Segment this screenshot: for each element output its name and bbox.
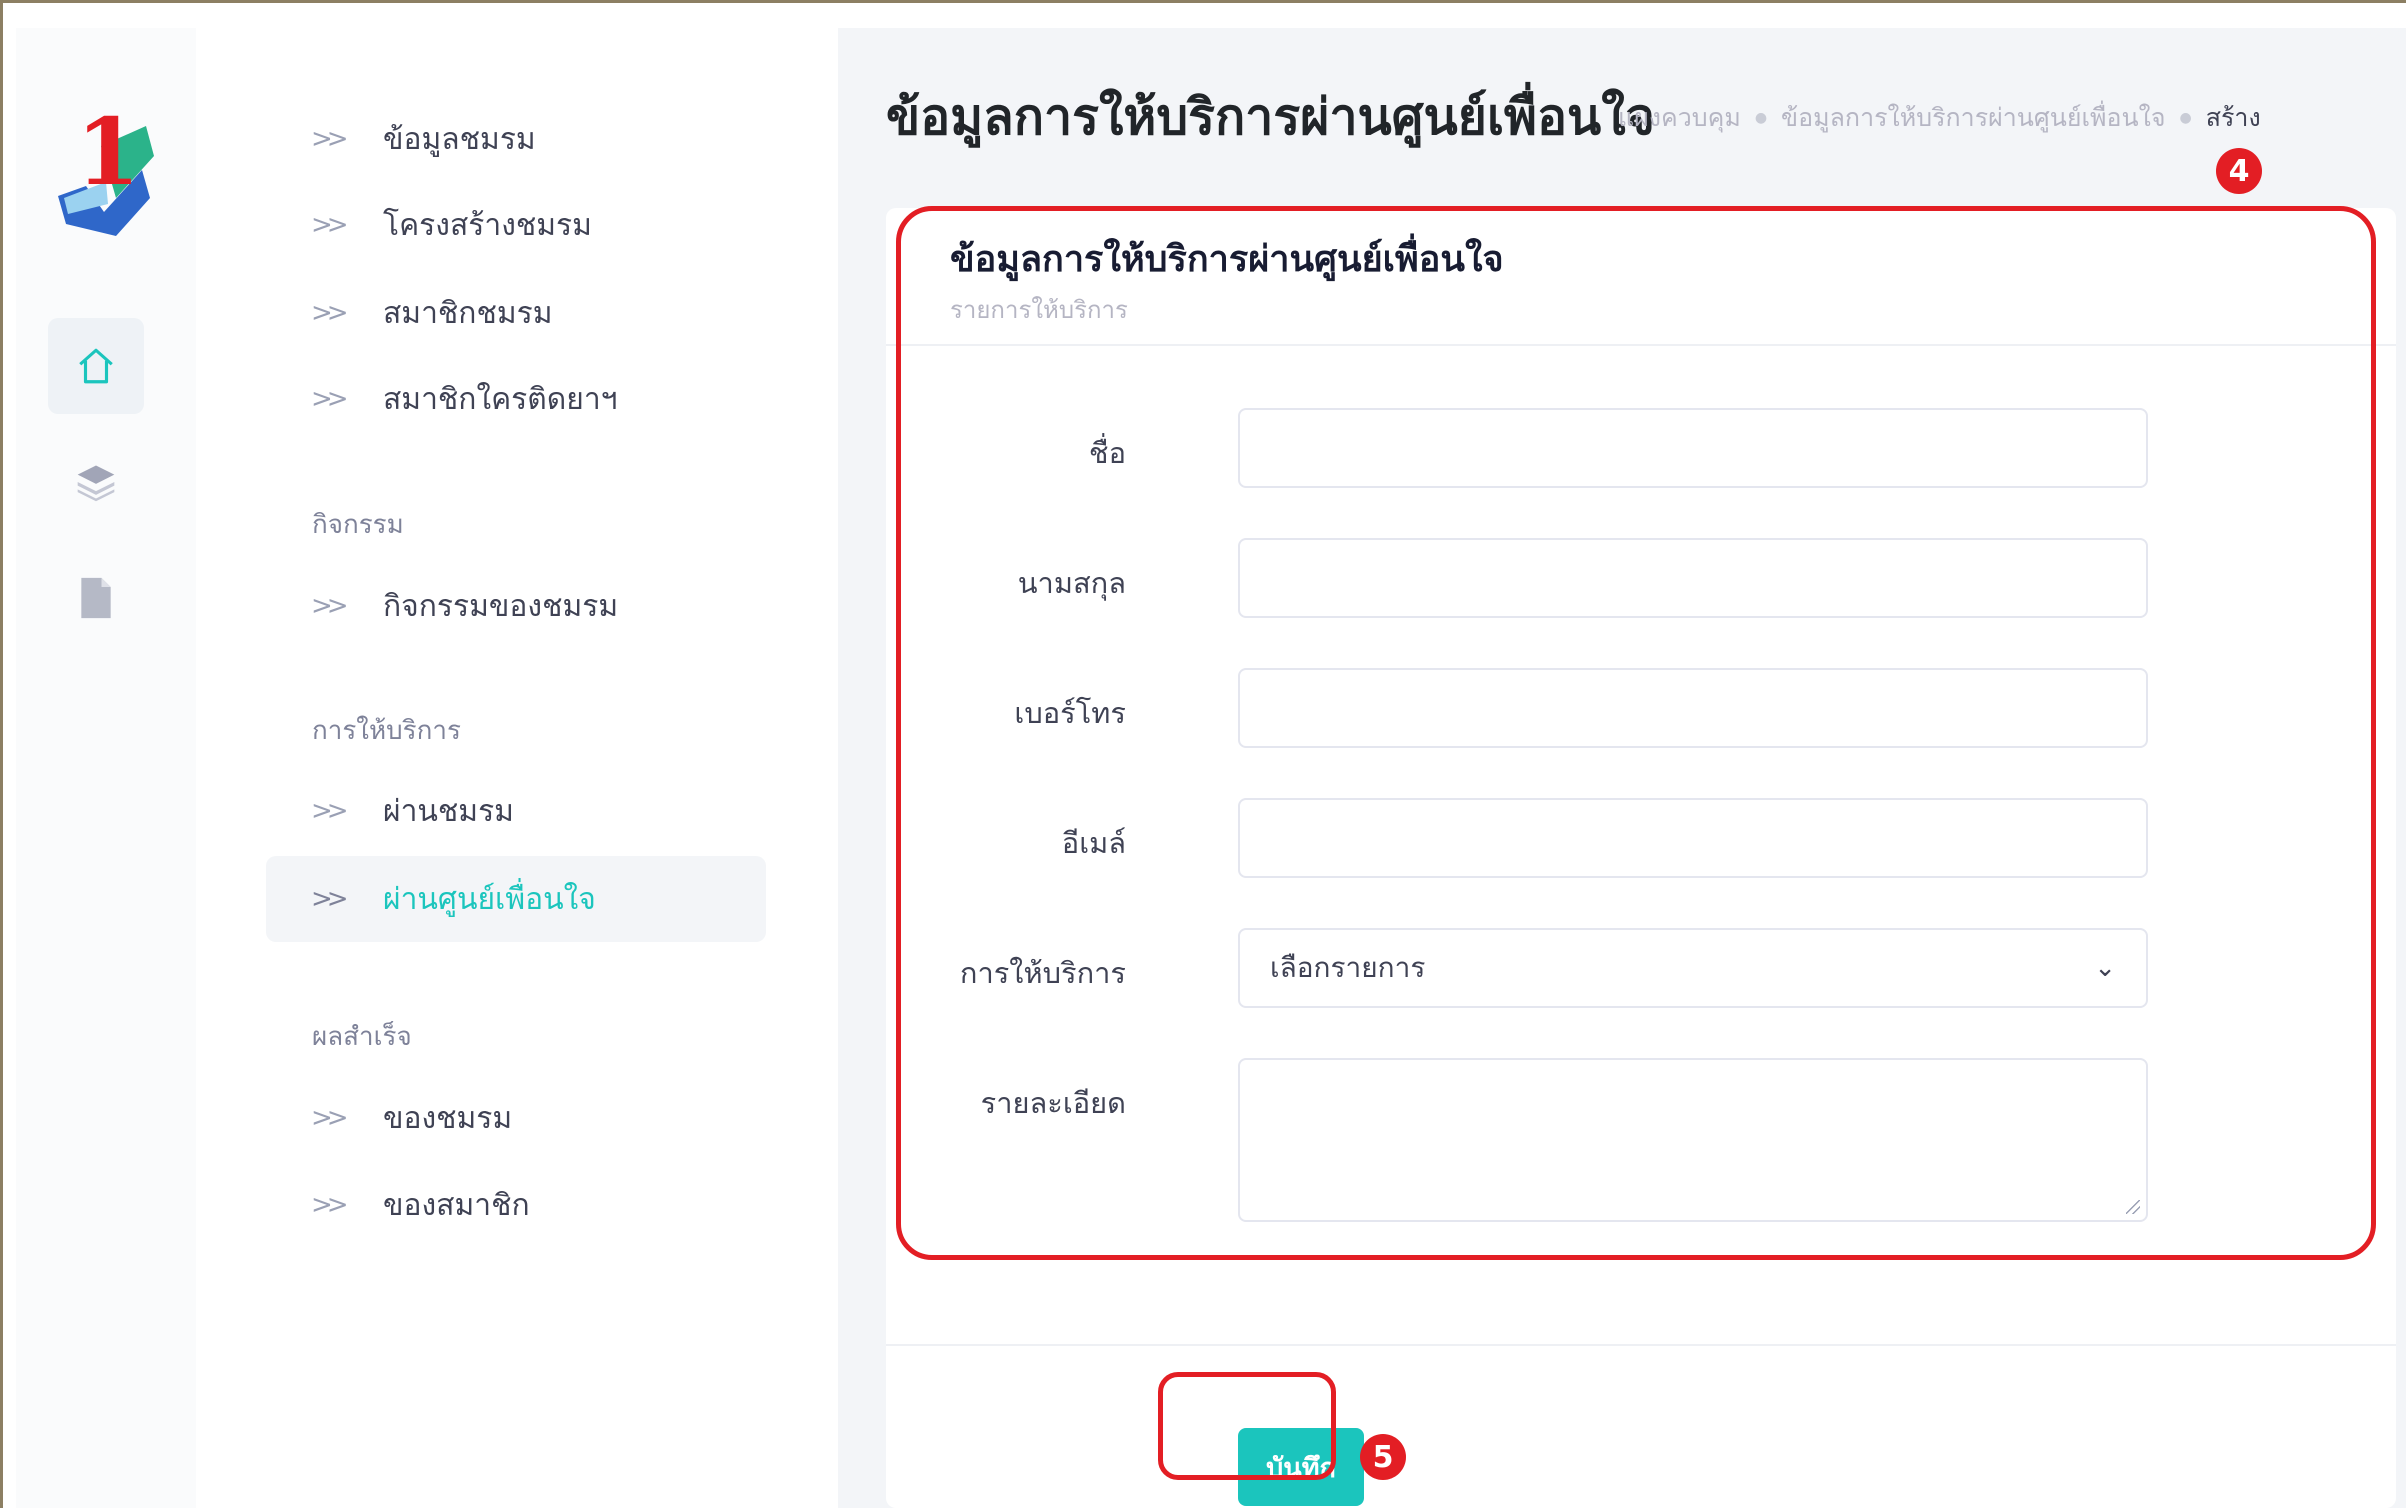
svg-text:1: 1 [76,98,140,206]
last-name-label: นามสกุล [1017,566,1126,600]
section-label-result: ผลสำเร็จ [312,1022,412,1052]
double-chevron-right-icon: >> [311,884,349,914]
card-title: ข้อมูลการให้บริการผ่านศูนย์เพื่อนใจ [950,239,1504,280]
email-field[interactable] [1238,798,2148,878]
section-label-service: การให้บริการ [312,716,461,746]
phone-label: เบอร์โทร [1014,696,1126,730]
file-icon [81,577,111,619]
sidebar-item-label: ผ่านศูนย์เพื่อนใจ [383,881,596,917]
annotation-badge-5: 5 [1360,1434,1406,1480]
service-select-value: เลือกรายการ [1270,951,1426,984]
card-header: ข้อมูลการให้บริการผ่านศูนย์เพื่อนใจ รายก… [886,208,2396,346]
sidebar-item-label: ผ่านชมรม [383,793,514,829]
phone-field[interactable] [1238,668,2148,748]
sidebar-item-via-friend-center[interactable]: >> ผ่านศูนย์เพื่อนใจ [266,856,766,942]
double-chevron-right-icon: >> [311,591,349,621]
sidebar-item-label: ของสมาชิก [383,1187,530,1223]
home-icon [79,348,113,384]
layers-icon [77,465,115,502]
breadcrumb-separator: ● [2179,110,2192,126]
save-button[interactable]: บันทึก [1238,1428,1364,1506]
double-chevron-right-icon: >> [311,1103,349,1133]
card-footer-divider [886,1344,2396,1346]
double-chevron-right-icon: >> [311,796,349,826]
double-chevron-right-icon: >> [311,124,349,154]
double-chevron-right-icon: >> [311,210,349,240]
email-label: อีเมล์ [1061,826,1126,860]
rail-document[interactable] [48,550,144,646]
breadcrumb: แผงควบคุม ● ข้อมูลการให้บริการผ่านศูนย์เ… [1618,98,2261,138]
first-name-label: ชื่อ [1088,436,1126,470]
sidebar-item-club-results[interactable]: >> ของชมรม [266,1075,766,1161]
main-content: ข้อมูลการให้บริการผ่านศูนย์เพื่อนใจ แผงค… [838,28,2406,1508]
service-select[interactable]: เลือกรายการ ⌄ [1238,928,2148,1008]
chevron-down-icon: ⌄ [2094,953,2116,983]
last-name-field[interactable] [1238,538,2148,618]
sidebar-item-label: ข้อมูลชมรม [383,121,536,157]
first-name-field[interactable] [1238,408,2148,488]
club-logo: 1 [58,98,154,236]
rail-layers[interactable] [48,434,144,530]
sidebar-item-label: กิจกรรมของชมรม [383,588,619,624]
form-card: ข้อมูลการให้บริการผ่านศูนย์เพื่อนใจ รายก… [886,208,2396,1508]
page-title: ข้อมูลการให้บริการผ่านศูนย์เพื่อนใจ [886,88,1655,146]
double-chevron-right-icon: >> [311,384,349,414]
card-subtitle: รายการให้บริการ [950,296,1128,324]
sidebar-item-club-activities[interactable]: >> กิจกรรมของชมรม [266,563,766,649]
breadcrumb-dashboard[interactable]: แผงควบคุม [1618,98,1741,138]
breadcrumb-current: สร้าง [2205,103,2261,132]
sidebar-item-club-members[interactable]: >> สมาชิกชมรม [266,270,766,356]
section-label-activity: กิจกรรม [312,510,404,540]
annotation-badge-4: 4 [2216,148,2262,194]
sidebar-item-label: สมาชิกชมรม [383,295,553,331]
breadcrumb-separator: ● [1754,110,1768,126]
icon-rail: 1 [16,28,198,1508]
double-chevron-right-icon: >> [311,298,349,328]
breadcrumb-service-info[interactable]: ข้อมูลการให้บริการผ่านศูนย์เพื่อนใจ [1781,98,2165,138]
sidebar-item-addicted-members[interactable]: >> สมาชิกใครติดยาฯ [266,356,766,442]
sidebar-item-club-structure[interactable]: >> โครงสร้างชมรม [266,182,766,268]
sidebar-item-label: ของชมรม [383,1100,513,1136]
detail-label: รายละเอียด [980,1086,1126,1120]
sidebar-item-member-results[interactable]: >> ของสมาชิก [266,1162,766,1248]
service-label: การให้บริการ [959,956,1126,990]
rail-home[interactable] [48,318,144,414]
detail-textarea[interactable] [1238,1058,2148,1222]
resize-grip-icon[interactable] [2126,1200,2140,1214]
double-chevron-right-icon: >> [311,1190,349,1220]
sidebar-item-label: สมาชิกใครติดยาฯ [383,381,618,417]
sidebar-menu: >> ข้อมูลชมรม >> โครงสร้างชมรม >> สมาชิก… [196,28,838,1508]
sidebar-item-club-info[interactable]: >> ข้อมูลชมรม [266,96,766,182]
sidebar-item-label: โครงสร้างชมรม [383,207,592,243]
sidebar-item-via-club[interactable]: >> ผ่านชมรม [266,768,766,854]
